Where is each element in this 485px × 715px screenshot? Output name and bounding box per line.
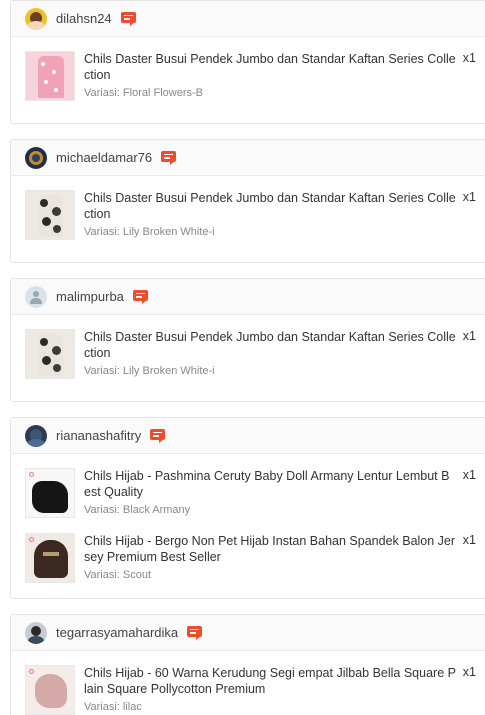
order-card: dilahsn24 Chils Daster Busui Pendek Jumb… [10,0,485,124]
order-header: michaeldamar76 [11,140,485,176]
item-quantity: x1 [462,51,476,65]
item-quantity: x1 [462,533,476,547]
product-thumbnail[interactable] [25,665,75,715]
order-header: tegarrasyamahardika [11,615,485,651]
username[interactable]: riananashafitry [56,428,141,443]
product-title[interactable]: Chils Daster Busui Pendek Jumbo dan Stan… [84,329,456,361]
product-thumbnail[interactable] [25,329,75,379]
chat-icon[interactable] [120,11,137,26]
product-title[interactable]: Chils Hijab - Pashmina Ceruty Baby Doll … [84,468,456,500]
order-card: malimpurba Chils Daster Busui Pendek Jum… [10,278,485,402]
chat-icon[interactable] [161,150,177,165]
order-card: riananashafitry Chils Hijab - Pashmina C… [10,417,485,599]
product-title[interactable]: Chils Hijab - Bergo Non Pet Hijab Instan… [84,533,456,565]
product-thumbnail[interactable] [25,51,75,101]
item-variant: Variasi: Black Armany [84,504,191,516]
username[interactable]: michaeldamar76 [56,150,152,165]
username[interactable]: malimpurba [56,289,124,304]
order-item[interactable]: Chils Daster Busui Pendek Jumbo dan Stan… [25,51,479,103]
order-card: tegarrasyamahardika Chils Hijab - 60 War… [10,614,485,715]
product-thumbnail[interactable] [25,533,75,583]
order-header: dilahsn24 [11,1,485,37]
item-quantity: x1 [462,190,476,204]
chat-icon[interactable] [132,289,149,304]
product-title[interactable]: Chils Hijab - 60 Warna Kerudung Segi emp… [84,665,456,697]
product-thumbnail[interactable] [25,190,75,240]
product-thumbnail[interactable] [25,468,75,518]
order-item[interactable]: Chils Hijab - 60 Warna Kerudung Segi emp… [25,665,479,715]
order-item[interactable]: Chils Hijab - Pashmina Ceruty Baby Doll … [25,468,479,520]
item-variant: Variasi: Floral Flowers-B [84,87,203,99]
order-header: riananashafitry [11,418,485,454]
order-item[interactable]: Chils Daster Busui Pendek Jumbo dan Stan… [25,190,479,242]
item-quantity: x1 [462,665,476,679]
item-variant: Variasi: Lily Broken White-i [84,365,215,377]
item-variant: Variasi: Lily Broken White-i [84,226,215,238]
avatar[interactable] [25,621,47,644]
order-item[interactable]: Chils Hijab - Bergo Non Pet Hijab Instan… [25,533,479,585]
username[interactable]: dilahsn24 [56,11,112,26]
item-variant: Variasi: Scout [84,569,152,581]
order-header: malimpurba [11,279,485,315]
item-quantity: x1 [462,468,476,482]
order-item[interactable]: Chils Daster Busui Pendek Jumbo dan Stan… [25,329,479,381]
item-quantity: x1 [462,329,476,343]
chat-icon[interactable] [150,428,166,443]
avatar[interactable] [25,146,47,169]
product-title[interactable]: Chils Daster Busui Pendek Jumbo dan Stan… [84,51,456,83]
chat-icon[interactable] [187,625,203,640]
avatar[interactable] [25,7,47,30]
username[interactable]: tegarrasyamahardika [56,625,178,640]
order-card: michaeldamar76 Chils Daster Busui Pendek… [10,139,485,263]
product-title[interactable]: Chils Daster Busui Pendek Jumbo dan Stan… [84,190,456,222]
item-variant: Variasi: lilac [84,701,142,713]
user-icon[interactable] [25,285,47,308]
avatar[interactable] [25,424,47,447]
